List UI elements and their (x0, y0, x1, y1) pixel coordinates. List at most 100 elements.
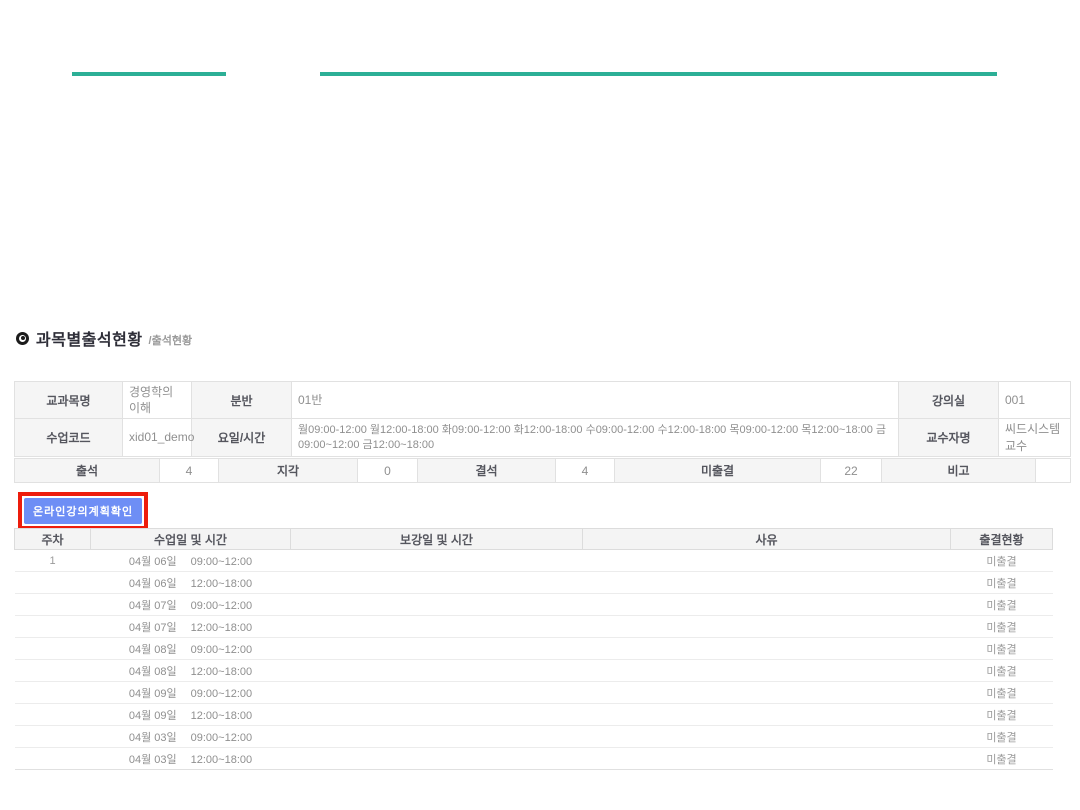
class-datetime-cell: 04월 09일 09:00~12:00 (91, 682, 291, 704)
class-date: 04월 08일 (129, 666, 177, 678)
late-count-label: 지각 (219, 459, 358, 483)
class-section-value: 01반 (292, 382, 899, 419)
section-heading: 과목별출석현황 /출석현황 (16, 326, 192, 350)
reason-column-header: 사유 (583, 529, 951, 550)
makeup-datetime-cell (291, 572, 583, 594)
status-cell: 미출결 (951, 638, 1053, 660)
class-date: 04월 07일 (129, 622, 177, 634)
professor-value: 씨드시스템 교수 (999, 419, 1071, 456)
class-date: 04월 06일 (129, 578, 177, 590)
late-count-value: 0 (358, 459, 418, 483)
makeup-datetime-column-header: 보강일 및 시간 (291, 529, 583, 550)
class-date: 04월 09일 (129, 688, 177, 700)
class-datetime-cell: 04월 08일 12:00~18:00 (91, 660, 291, 682)
schedule-value: 월09:00-12:00 월12:00-18:00 화09:00-12:00 화… (292, 419, 899, 456)
class-time: 12:00~18:00 (191, 710, 252, 722)
reason-cell (583, 726, 951, 748)
class-code-value: xid01_demo (123, 419, 192, 456)
attendance-page: { "theme": { "accent_teal": "#2caf96", "… (0, 0, 1080, 810)
attendance-summary-table: 출석 4 지각 0 결석 4 미출결 22 비고 (14, 458, 1071, 483)
week-cell (15, 748, 91, 770)
unrecorded-count-label: 미출결 (615, 459, 821, 483)
table-row: 04월 03일12:00~18:00 미출결 (15, 748, 1053, 770)
class-datetime-cell: 04월 09일12:00~18:00 (91, 704, 291, 726)
status-cell: 미출결 (951, 660, 1053, 682)
professor-label: 교수자명 (899, 419, 999, 456)
class-code-label: 수업코드 (15, 419, 123, 456)
weekly-attendance-table: 주차 수업일 및 시간 보강일 및 시간 사유 출결현황 1 04월 06일 09… (14, 528, 1053, 770)
class-datetime-cell: 04월 03일12:00~18:00 (91, 748, 291, 770)
attendance-header-row: 주차 수업일 및 시간 보강일 및 시간 사유 출결현황 (15, 529, 1053, 550)
reason-cell (583, 572, 951, 594)
online-lecture-plan-button[interactable]: 온라인강의계획확인 (24, 498, 142, 524)
subject-name-label: 교과목명 (15, 382, 123, 419)
table-row: 04월 03일 09:00~12:00 미출결 (15, 726, 1053, 748)
bullet-circle-icon (16, 332, 29, 345)
reason-cell (583, 748, 951, 770)
status-cell: 미출결 (951, 726, 1053, 748)
red-highlight-box: 온라인강의계획확인 (18, 492, 148, 530)
status-cell: 미출결 (951, 616, 1053, 638)
table-row: 04월 09일 09:00~12:00 미출결 (15, 682, 1053, 704)
class-time: 12:00~18:00 (191, 666, 252, 678)
table-row: 04월 07일09:00~12:00 미출결 (15, 594, 1053, 616)
status-cell: 미출결 (951, 572, 1053, 594)
class-time: 12:00~18:00 (191, 622, 252, 634)
classroom-label: 강의실 (899, 382, 999, 419)
menu-accent-line-left (72, 72, 226, 76)
table-row: 04월 06일 12:00~18:00 미출결 (15, 572, 1053, 594)
makeup-datetime-cell (291, 704, 583, 726)
week-cell (15, 572, 91, 594)
makeup-datetime-cell (291, 660, 583, 682)
week-cell (15, 704, 91, 726)
class-datetime-cell: 04월 07일09:00~12:00 (91, 594, 291, 616)
class-time: 09:00~12:00 (191, 688, 252, 700)
class-date: 04월 03일 (129, 732, 177, 744)
table-row: 04월 08일 09:00~12:00 미출결 (15, 638, 1053, 660)
week-cell (15, 682, 91, 704)
week-cell (15, 660, 91, 682)
attendance-count-label: 출석 (15, 459, 160, 483)
table-row: 04월 08일 12:00~18:00 미출결 (15, 660, 1053, 682)
week-column-header: 주차 (15, 529, 91, 550)
menu-accent-line-right (320, 72, 997, 76)
makeup-datetime-cell (291, 638, 583, 660)
week-cell (15, 726, 91, 748)
class-time: 12:00~18:00 (191, 578, 252, 590)
note-label: 비고 (882, 459, 1036, 483)
status-column-header: 출결현황 (951, 529, 1053, 550)
absence-count-value: 4 (556, 459, 615, 483)
status-cell: 미출결 (951, 748, 1053, 770)
class-section-label: 분반 (192, 382, 292, 419)
reason-cell (583, 660, 951, 682)
class-date: 04월 08일 (129, 644, 177, 656)
class-datetime-cell: 04월 06일 09:00~12:00 (91, 550, 291, 572)
class-datetime-column-header: 수업일 및 시간 (91, 529, 291, 550)
reason-cell (583, 704, 951, 726)
status-cell: 미출결 (951, 550, 1053, 572)
makeup-datetime-cell (291, 748, 583, 770)
course-info-table: 교과목명 경영학의 이해 분반 01반 강의실 001 수업코드 xid01_d… (14, 381, 1071, 457)
reason-cell (583, 638, 951, 660)
class-date: 04월 03일 (129, 754, 177, 766)
table-row: 04월 07일 12:00~18:00 미출결 (15, 616, 1053, 638)
table-row: 04월 09일12:00~18:00 미출결 (15, 704, 1053, 726)
makeup-datetime-cell (291, 594, 583, 616)
note-value (1036, 459, 1071, 483)
class-time: 09:00~12:00 (191, 644, 252, 656)
reason-cell (583, 616, 951, 638)
status-cell: 미출결 (951, 682, 1053, 704)
page-title: 과목별출석현황 (36, 326, 143, 350)
makeup-datetime-cell (291, 682, 583, 704)
classroom-value: 001 (999, 382, 1071, 419)
attendance-count-value: 4 (160, 459, 219, 483)
makeup-datetime-cell (291, 726, 583, 748)
week-cell (15, 616, 91, 638)
week-cell: 1 (15, 550, 91, 572)
makeup-datetime-cell (291, 616, 583, 638)
class-time: 09:00~12:00 (191, 600, 252, 612)
class-time: 09:00~12:00 (191, 732, 252, 744)
class-time: 09:00~12:00 (191, 556, 252, 568)
class-date: 04월 06일 (129, 556, 177, 568)
unrecorded-count-value: 22 (821, 459, 882, 483)
